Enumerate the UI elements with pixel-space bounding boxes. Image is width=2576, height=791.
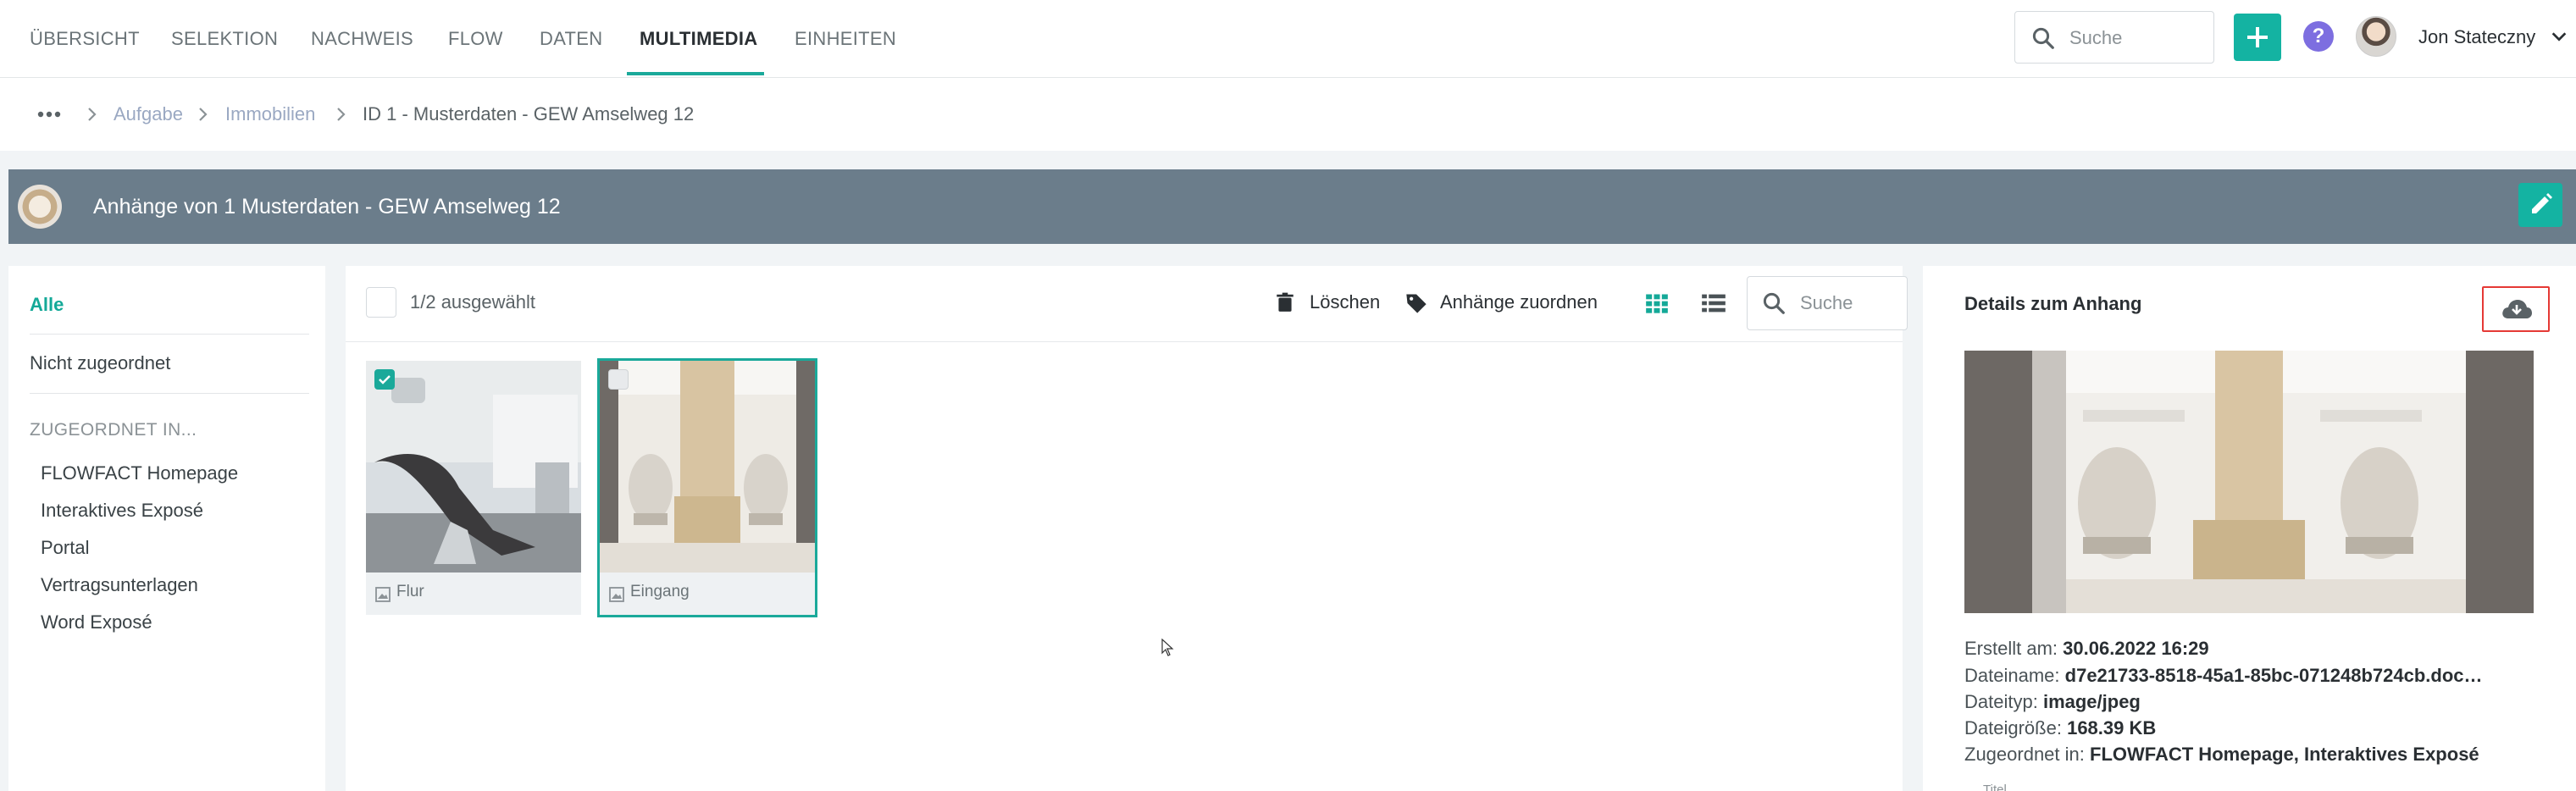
record-header: Anhänge von 1 Musterdaten - GEW Amselweg… — [8, 169, 2576, 244]
tab-selektion[interactable]: SELEKTION — [171, 0, 278, 78]
chevron-right-icon — [337, 108, 346, 121]
tab-flow[interactable]: FLOW — [448, 0, 503, 78]
attachment-name: Flur — [396, 583, 424, 600]
attachment-preview-image — [1964, 351, 2534, 613]
title-field-label: Titel — [1983, 783, 2007, 791]
attachment-name: Eingang — [630, 583, 690, 600]
download-button[interactable] — [2482, 286, 2550, 332]
filter-vertragsunterlagen[interactable]: Vertragsunterlagen — [41, 574, 198, 596]
mouse-cursor-icon — [1161, 639, 1174, 656]
breadcrumb-immobilien[interactable]: Immobilien — [225, 78, 315, 151]
tab-nachweis[interactable]: NACHWEIS — [311, 0, 413, 78]
chevron-down-icon[interactable] — [2550, 27, 2568, 46]
selection-count: 1/2 ausgewählt — [410, 291, 535, 313]
plus-icon — [2247, 27, 2268, 47]
pencil-icon — [2532, 193, 2552, 213]
tag-icon — [1406, 294, 1426, 313]
divider — [30, 393, 309, 394]
chevron-right-icon — [199, 108, 208, 121]
attachment-thumbnail — [366, 361, 581, 573]
breadcrumb-current: ID 1 - Musterdaten - GEW Amselweg 12 — [363, 103, 695, 124]
attachment-thumbnail — [600, 361, 815, 573]
meta-filesize-label: Dateigröße: — [1964, 717, 2062, 738]
divider — [30, 334, 309, 335]
check-icon — [379, 375, 391, 384]
attachment-card[interactable]: Flur — [366, 361, 581, 615]
image-icon — [609, 587, 624, 602]
user-avatar[interactable] — [2356, 16, 2396, 57]
top-navigation: ÜBERSICHT SELEKTION NACHWEIS FLOW DATEN … — [0, 0, 2576, 78]
filter-portal[interactable]: Portal — [41, 537, 89, 559]
filter-interaktives-expose[interactable]: Interaktives Exposé — [41, 500, 203, 522]
attachments-search-placeholder: Suche — [1800, 292, 1853, 313]
attachment-checkbox[interactable] — [608, 369, 629, 390]
cloud-download-icon — [2502, 300, 2532, 318]
breadcrumb-aufgabe[interactable]: Aufgabe — [114, 78, 183, 151]
meta-filetype-value: image/jpeg — [2042, 691, 2141, 712]
meta-created-value: 30.06.2022 16:29 — [2063, 638, 2209, 659]
help-icon[interactable]: ? — [2303, 21, 2334, 52]
assign-attachments-button[interactable]: Anhänge zuordnen — [1404, 266, 1625, 339]
assign-label: Anhänge zuordnen — [1440, 291, 1598, 313]
meta-filetype-label: Dateityp: — [1964, 691, 2038, 712]
select-all-checkbox[interactable] — [366, 287, 396, 318]
filter-sidebar: Alle Nicht zugeordnet ZUGEORDNET IN... F… — [8, 266, 325, 791]
meta-assigned: Zugeordnet in: FLOWFACT Homepage, Intera… — [1964, 744, 2479, 766]
page-title: Anhänge von 1 Musterdaten - GEW Amselweg… — [93, 195, 561, 218]
meta-created: Erstellt am: 30.06.2022 16:29 — [1964, 638, 2209, 660]
add-button[interactable] — [2234, 14, 2281, 61]
global-search-input[interactable]: Suche — [2014, 11, 2214, 64]
tab-daten[interactable]: DATEN — [540, 0, 602, 78]
grid-view-icon[interactable] — [1645, 291, 1669, 315]
tab-multimedia[interactable]: MULTIMEDIA — [640, 0, 757, 78]
delete-button[interactable]: Löschen — [1274, 266, 1393, 339]
active-tab-indicator — [627, 72, 764, 75]
filter-unassigned[interactable]: Nicht zugeordnet — [30, 352, 170, 374]
chevron-right-icon — [88, 108, 97, 121]
more-horizontal-icon[interactable] — [37, 109, 61, 119]
filter-all[interactable]: Alle — [30, 294, 64, 316]
meta-filesize: Dateigröße: 168.39 KB — [1964, 717, 2156, 739]
edit-button[interactable] — [2518, 183, 2562, 227]
tab-einheiten[interactable]: EINHEITEN — [795, 0, 896, 78]
list-view-icon[interactable] — [1701, 291, 1726, 315]
meta-created-label: Erstellt am: — [1964, 638, 2058, 659]
filter-word-expose[interactable]: Word Exposé — [41, 611, 152, 633]
search-icon — [2032, 27, 2054, 49]
meta-filesize-value: 168.39 KB — [2067, 717, 2157, 738]
meta-filename-value: d7e21733-8518-45a1-85bc-071248b724cb.doc… — [2064, 665, 2483, 686]
meta-filetype: Dateityp: image/jpeg — [1964, 691, 2141, 713]
tab-uebersicht[interactable]: ÜBERSICHT — [30, 0, 140, 78]
delete-label: Löschen — [1310, 291, 1381, 313]
attachments-search-input[interactable]: Suche — [1747, 276, 1908, 330]
image-icon — [375, 587, 391, 602]
meta-filename-label: Dateiname: — [1964, 665, 2060, 686]
meta-assigned-label: Zugeordnet in: — [1964, 744, 2085, 765]
attachments-toolbar: 1/2 ausgewählt Löschen Anhänge zuordnen … — [346, 266, 1908, 342]
filter-flowfact-homepage[interactable]: FLOWFACT Homepage — [41, 462, 238, 484]
record-avatar — [18, 185, 62, 229]
search-icon — [1763, 292, 1785, 314]
global-search-placeholder: Suche — [2069, 27, 2123, 48]
attachment-card[interactable]: Eingang — [597, 358, 817, 617]
assigned-heading: ZUGEORDNET IN... — [30, 420, 197, 440]
details-title: Details zum Anhang — [1964, 293, 2142, 314]
breadcrumb: Aufgabe Immobilien ID 1 - Musterdaten - … — [0, 78, 2576, 151]
meta-assigned-value: FLOWFACT Homepage, Interaktives Exposé — [2090, 744, 2479, 765]
user-name[interactable]: Jon Statecz­ny — [2418, 0, 2535, 75]
attachments-panel: 1/2 ausgewählt Löschen Anhänge zuordnen … — [346, 266, 1908, 791]
attachment-checkbox[interactable] — [374, 369, 395, 390]
trash-icon — [1277, 292, 1294, 312]
meta-filename: Dateiname: d7e21733-8518-45a1-85bc-07124… — [1964, 665, 2483, 687]
